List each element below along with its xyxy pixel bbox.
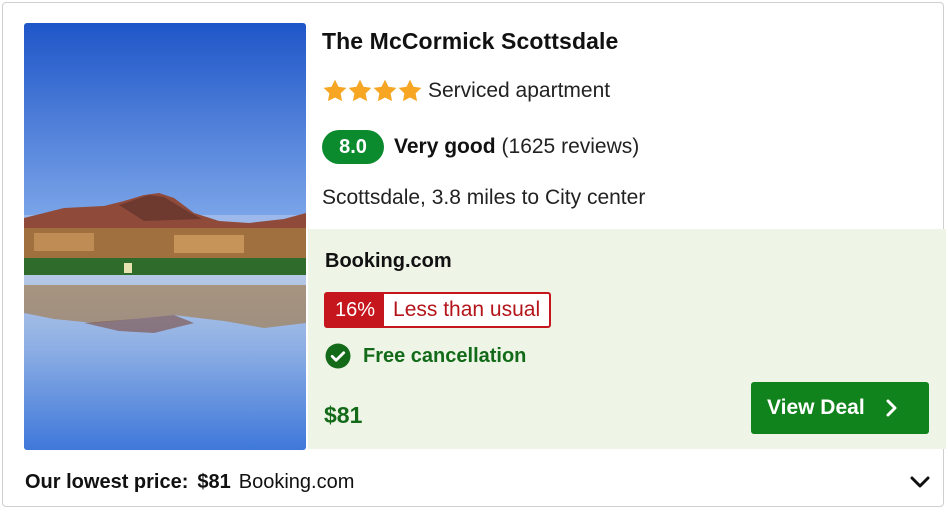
view-deal-label: View Deal [767, 396, 865, 419]
review-score-badge: 8.0 [322, 130, 384, 164]
check-circle-icon [325, 343, 351, 369]
lowest-price-source: Booking.com [238, 471, 355, 493]
view-deal-button[interactable]: View Deal [751, 382, 929, 434]
deal-price: $81 [324, 402, 363, 428]
chevron-right-icon [886, 399, 897, 417]
discount-text: Less than usual [393, 298, 541, 321]
lowest-price-label: Our lowest price: [25, 471, 189, 493]
hotel-location: Scottsdale, 3.8 miles to City center [322, 186, 646, 209]
discount-badge: 16% Less than usual [324, 292, 552, 328]
chevron-down-icon[interactable] [909, 473, 931, 491]
free-cancellation-label: Free cancellation [363, 344, 527, 367]
lowest-price-row: Our lowest price: $81 Booking.com [25, 471, 354, 494]
rating-row: 8.0 Very good (1625 reviews) [322, 130, 639, 164]
review-count: (1625 reviews) [501, 135, 640, 158]
hotel-name[interactable]: The McCormick Scottsdale [322, 28, 618, 55]
hotel-card: The McCormick Scottsdale Serviced apartm… [2, 2, 946, 507]
property-type: Serviced apartment [428, 79, 611, 102]
hotel-photo[interactable] [24, 23, 306, 450]
deal-provider: Booking.com [325, 250, 452, 272]
stars-row: Serviced apartment [322, 78, 610, 104]
discount-percent: 16% [326, 294, 385, 326]
star-icon [348, 79, 372, 102]
rating-label: Very good [394, 135, 496, 158]
free-cancellation: Free cancellation [325, 343, 526, 369]
deal-panel: Booking.com 16% Less than usual Free can… [308, 229, 946, 449]
star-rating [322, 78, 422, 104]
star-icon [323, 79, 347, 102]
lowest-price-amount: $81 [197, 471, 231, 493]
star-icon [373, 79, 397, 102]
star-icon [398, 79, 422, 102]
